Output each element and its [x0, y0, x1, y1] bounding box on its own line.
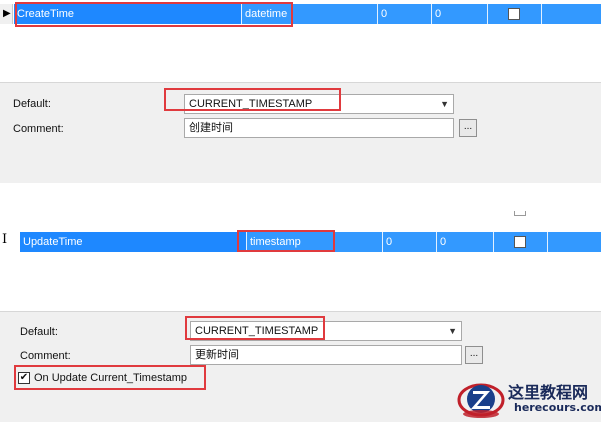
default-combobox[interactable]: CURRENT_TIMESTAMP ▼: [190, 321, 462, 341]
fields-grid: I UpdateTime timestamp 0 0: [0, 211, 601, 311]
row-selector[interactable]: I: [0, 232, 13, 252]
previous-row-partial: [0, 211, 601, 221]
field-name-cell[interactable]: UpdateTime: [20, 232, 247, 252]
on-update-label: On Update Current_Timestamp: [34, 372, 188, 384]
field-row-updatetime[interactable]: I UpdateTime timestamp 0 0: [0, 232, 601, 252]
field-name-cell[interactable]: CreateTime: [14, 4, 242, 24]
field-row-createtime[interactable]: ▶ CreateTime datetime 0 0: [0, 4, 601, 24]
field-length-cell[interactable]: 0: [378, 4, 432, 24]
z-logo-icon: [457, 383, 505, 418]
watermark-title: 这里教程网: [508, 383, 589, 402]
on-update-option[interactable]: ✔ On Update Current_Timestamp: [18, 370, 208, 386]
field-decimals-cell[interactable]: 0: [432, 4, 488, 24]
comment-input[interactable]: 创建时间: [184, 118, 454, 138]
field-length-cell[interactable]: 0: [383, 232, 437, 252]
site-watermark: 这里教程网 herecours.com: [456, 376, 601, 422]
top-table-designer: ▶ CreateTime datetime 0 0 Default: CURRE…: [0, 0, 601, 183]
fields-grid: ▶ CreateTime datetime 0 0: [0, 0, 601, 82]
on-update-checkbox[interactable]: ✔: [18, 372, 30, 384]
ghost-checkbox: [514, 211, 526, 216]
field-notnull-cell[interactable]: [494, 232, 548, 252]
row-selector[interactable]: ▶: [0, 4, 13, 24]
field-decimals-cell[interactable]: 0: [437, 232, 494, 252]
default-value: CURRENT_TIMESTAMP: [189, 98, 313, 110]
comment-expand-button[interactable]: ...: [465, 346, 483, 364]
comment-label: Comment:: [13, 123, 64, 135]
current-row-arrow-icon: ▶: [3, 8, 11, 19]
default-combobox[interactable]: CURRENT_TIMESTAMP ▼: [184, 94, 454, 114]
field-type-cell[interactable]: timestamp: [247, 232, 383, 252]
field-key-cell[interactable]: [542, 4, 601, 24]
chevron-down-icon[interactable]: ▼: [440, 95, 449, 113]
not-null-checkbox[interactable]: [514, 236, 526, 248]
watermark-url: herecours.com: [514, 401, 601, 414]
comment-label: Comment:: [20, 350, 71, 362]
comment-input[interactable]: 更新时间: [190, 345, 462, 365]
field-type-cell[interactable]: datetime: [242, 4, 378, 24]
field-key-cell[interactable]: [548, 232, 601, 252]
default-label: Default:: [20, 326, 58, 338]
text-cursor-icon: I: [2, 232, 8, 247]
not-null-checkbox[interactable]: [508, 8, 520, 20]
field-notnull-cell[interactable]: [488, 4, 542, 24]
field-properties: Default: CURRENT_TIMESTAMP ▼ Comment: 创建…: [0, 82, 601, 183]
chevron-down-icon[interactable]: ▼: [448, 322, 457, 340]
default-value: CURRENT_TIMESTAMP: [195, 325, 319, 337]
comment-expand-button[interactable]: ...: [459, 119, 477, 137]
default-label: Default:: [13, 98, 51, 110]
